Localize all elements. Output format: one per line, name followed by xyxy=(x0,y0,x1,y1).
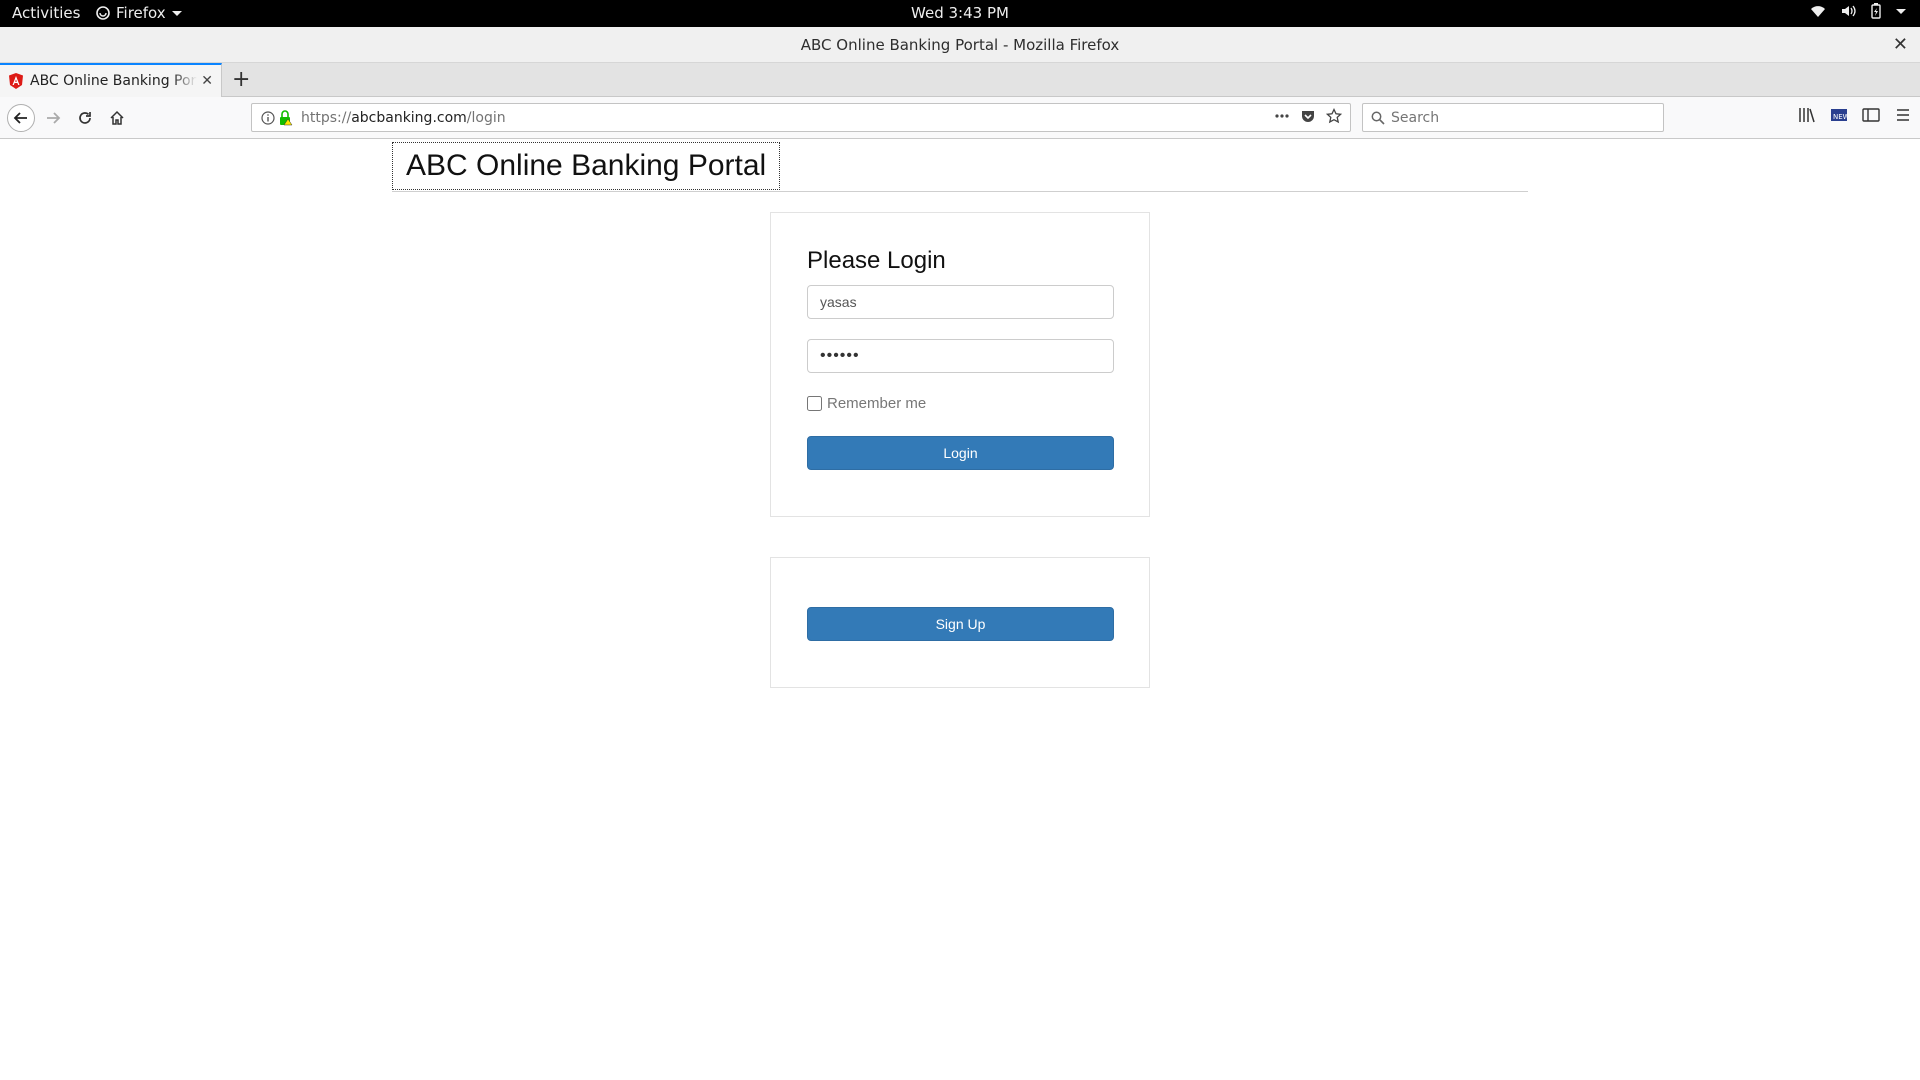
header: ABC Online Banking Portal xyxy=(392,140,1528,192)
home-button[interactable] xyxy=(104,105,130,131)
tab-title: ABC Online Banking Portal xyxy=(30,73,198,89)
back-button[interactable] xyxy=(7,104,35,132)
remember-me-checkbox[interactable] xyxy=(807,396,822,411)
hamburger-menu-icon[interactable] xyxy=(1894,107,1912,123)
page-actions-icon[interactable] xyxy=(1274,108,1290,124)
brand-link[interactable]: ABC Online Banking Portal xyxy=(392,142,781,190)
activities-button[interactable]: Activities xyxy=(12,4,80,22)
system-status-area[interactable] xyxy=(1810,3,1906,19)
window-title: ABC Online Banking Portal - Mozilla Fire… xyxy=(800,36,1120,54)
svg-text:NEW: NEW xyxy=(1833,113,1848,121)
window-title-bar: ABC Online Banking Portal - Mozilla Fire… xyxy=(0,27,1920,63)
url-text[interactable]: https://abcbanking.com/login xyxy=(301,110,506,126)
login-button[interactable]: Login xyxy=(807,436,1114,470)
login-panel: Please Login Remember me Login xyxy=(770,212,1150,517)
secure-lock-icon[interactable] xyxy=(279,109,293,126)
url-bar[interactable]: https://abcbanking.com/login xyxy=(251,103,1351,132)
network-wifi-icon xyxy=(1811,6,1825,17)
pocket-icon[interactable] xyxy=(1300,108,1316,124)
arrow-right-icon xyxy=(47,112,61,124)
remember-me-label: Remember me xyxy=(827,395,927,412)
close-tab-icon[interactable]: ✕ xyxy=(201,73,213,89)
app-menu-label: Firefox xyxy=(116,4,166,22)
volume-icon xyxy=(1842,5,1856,17)
app-menu[interactable]: Firefox xyxy=(96,4,182,22)
bookmark-star-icon[interactable] xyxy=(1326,108,1342,124)
reload-icon xyxy=(79,112,91,124)
angular-favicon-icon xyxy=(9,73,23,89)
info-icon[interactable] xyxy=(261,110,275,125)
synced-tabs-icon[interactable]: NEW xyxy=(1830,107,1848,123)
firefox-app-icon xyxy=(96,6,110,20)
login-heading: Please Login xyxy=(807,247,946,274)
search-icon xyxy=(1371,111,1385,125)
new-tab-button[interactable]: + xyxy=(232,67,250,92)
remember-me[interactable]: Remember me xyxy=(807,395,926,412)
password-field[interactable] xyxy=(807,339,1114,373)
navigation-toolbar: https://abcbanking.com/login NEW xyxy=(0,97,1920,139)
search-bar[interactable] xyxy=(1362,103,1664,132)
arrow-left-icon xyxy=(13,112,27,124)
signup-button[interactable]: Sign Up xyxy=(807,607,1114,641)
sidebar-icon[interactable] xyxy=(1862,107,1880,123)
url-path: /login xyxy=(466,109,506,126)
search-input[interactable] xyxy=(1391,109,1641,126)
signup-panel: Sign Up xyxy=(770,557,1150,688)
forward-button[interactable] xyxy=(40,105,66,131)
tab-active[interactable]: ABC Online Banking Portal ✕ xyxy=(0,63,222,97)
close-window-icon[interactable]: ✕ xyxy=(1893,34,1908,55)
library-icon[interactable] xyxy=(1798,107,1816,123)
system-menu-icon xyxy=(1896,8,1906,14)
page-content: ABC Online Banking Portal Please Login R… xyxy=(0,140,1920,1080)
clock[interactable]: Wed 3:43 PM xyxy=(911,4,1009,22)
username-field[interactable] xyxy=(807,285,1114,319)
reload-button[interactable] xyxy=(72,105,98,131)
battery-icon xyxy=(1871,3,1881,19)
url-scheme: https:// xyxy=(301,109,352,126)
tab-strip: ABC Online Banking Portal ✕ + xyxy=(0,63,1920,97)
url-host: abcbanking.com xyxy=(351,109,467,126)
chevron-down-icon xyxy=(171,10,182,16)
system-top-bar: Activities Firefox Wed 3:43 PM xyxy=(0,0,1920,27)
home-icon xyxy=(110,110,124,125)
